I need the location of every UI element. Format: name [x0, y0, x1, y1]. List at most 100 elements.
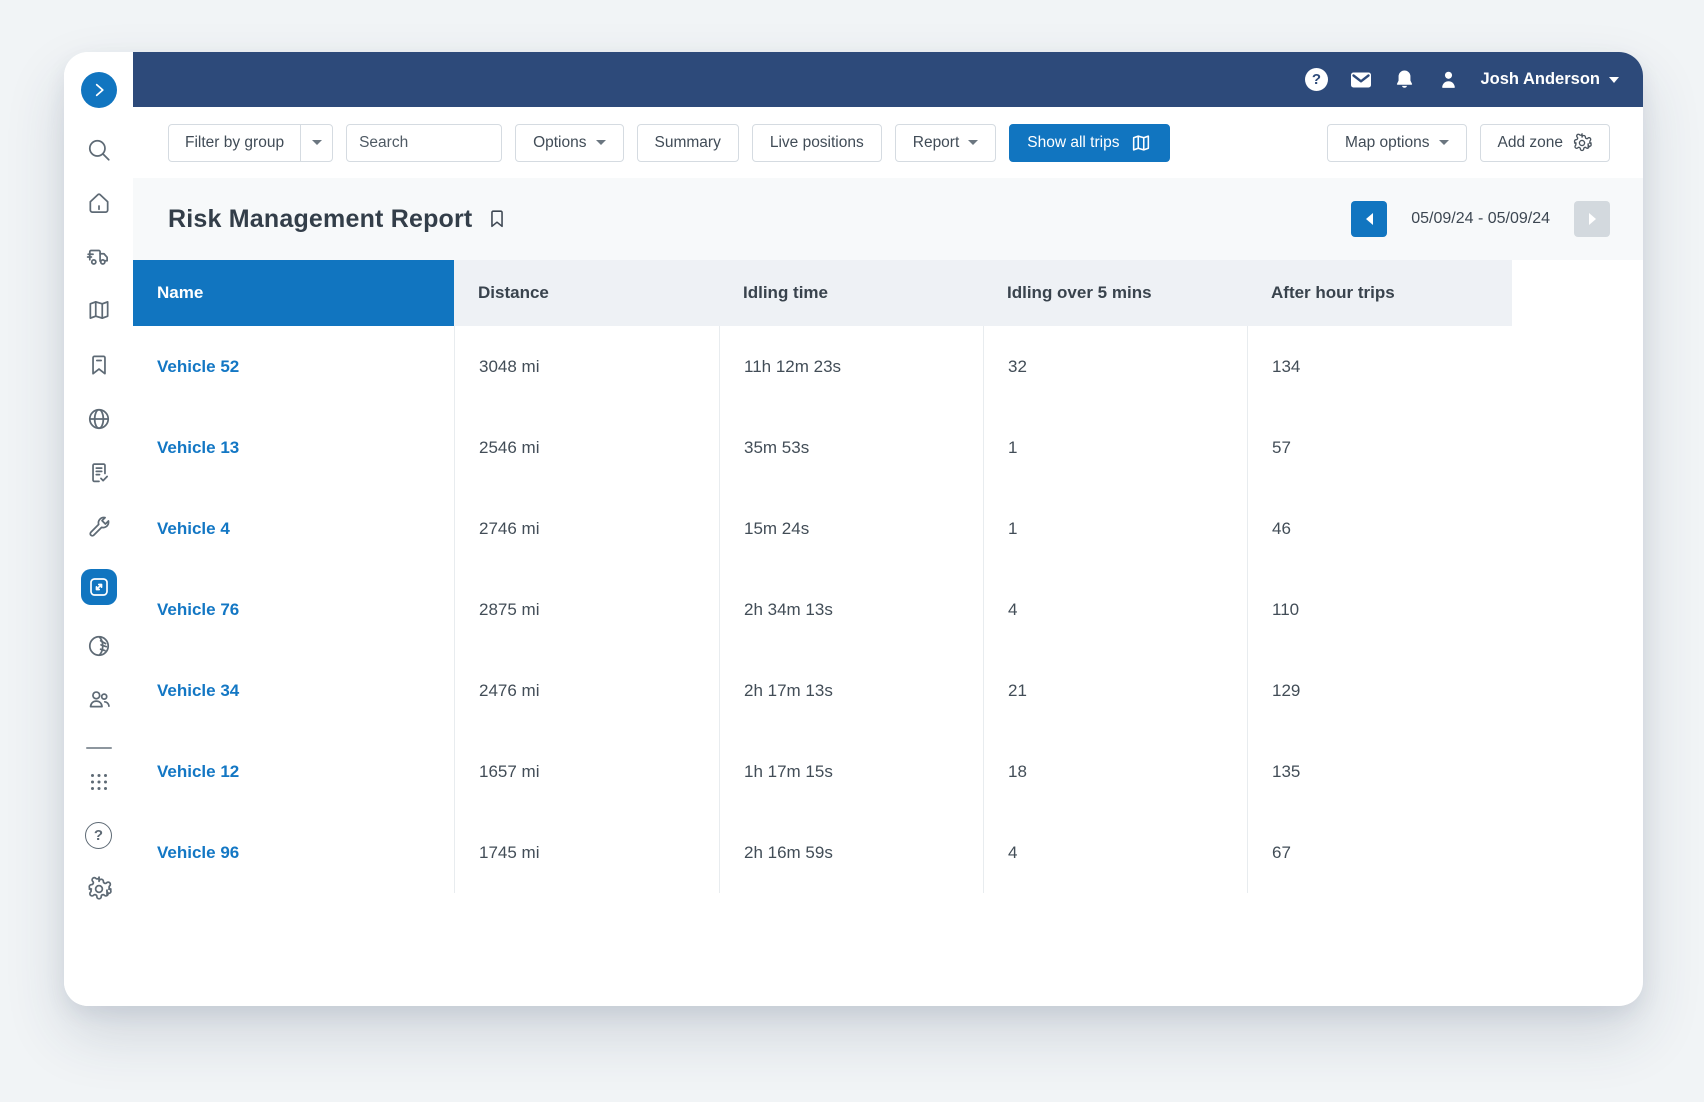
title-band: Risk Management Report 05/09/24 - 05/09/…	[133, 178, 1643, 260]
vehicle-link[interactable]: Vehicle 12	[133, 731, 454, 812]
live-positions-button[interactable]: Live positions	[752, 124, 882, 162]
cell-after-hour-trips: 57	[1247, 407, 1512, 488]
truck-icon	[86, 244, 112, 270]
column-header-after-hour-trips[interactable]: After hour trips	[1247, 260, 1512, 326]
table-row: Vehicle 13 2546 mi 35m 53s 1 57	[133, 407, 1512, 488]
table-row: Vehicle 76 2875 mi 2h 34m 13s 4 110	[133, 569, 1512, 650]
sidebar-item-home[interactable]	[81, 185, 117, 221]
cell-idling-time: 1h 17m 15s	[719, 731, 983, 812]
sidebar-item-reports[interactable]	[81, 455, 117, 491]
sidebar-divider	[86, 747, 112, 749]
sidebar-expand-button[interactable]	[81, 72, 117, 108]
main-window: ? ? Josh Anderson Filter by group Option…	[64, 52, 1643, 1006]
gear-icon	[86, 876, 112, 902]
cell-after-hour-trips: 134	[1247, 326, 1512, 407]
map-options-button[interactable]: Map options	[1327, 124, 1466, 162]
column-header-distance[interactable]: Distance	[454, 260, 719, 326]
sidebar-item-places[interactable]	[81, 347, 117, 383]
bell-icon	[1393, 68, 1416, 91]
vehicle-link[interactable]: Vehicle 52	[133, 326, 454, 407]
date-navigation: 05/09/24 - 05/09/24	[1351, 201, 1610, 237]
map-options-label: Map options	[1345, 134, 1429, 152]
cell-idling-over-5: 1	[983, 488, 1247, 569]
sidebar-item-search[interactable]	[81, 132, 117, 168]
report-label: Report	[913, 134, 960, 152]
options-button[interactable]: Options	[515, 124, 623, 162]
vehicle-link[interactable]: Vehicle 96	[133, 812, 454, 893]
cell-after-hour-trips: 46	[1247, 488, 1512, 569]
help-icon: ?	[85, 822, 112, 849]
search-input[interactable]	[346, 124, 502, 162]
users-icon	[86, 686, 112, 712]
report-table: Name Distance Idling time Idling over 5 …	[133, 260, 1512, 893]
column-header-idling-time[interactable]: Idling time	[719, 260, 983, 326]
page-title: Risk Management Report	[168, 205, 472, 234]
next-date-button-disabled[interactable]	[1574, 201, 1610, 237]
map-icon	[1130, 132, 1152, 154]
chevron-down-icon	[968, 140, 978, 145]
vehicle-link[interactable]: Vehicle 4	[133, 488, 454, 569]
cell-idling-time: 35m 53s	[719, 407, 983, 488]
account-button[interactable]	[1437, 68, 1461, 92]
chevron-right-icon	[90, 81, 108, 99]
cell-distance: 2746 mi	[454, 488, 719, 569]
sidebar-item-drivers[interactable]	[81, 681, 117, 717]
sidebar-item-web[interactable]	[81, 401, 117, 437]
home-icon	[86, 190, 112, 216]
sidebar-item-settings[interactable]	[81, 871, 117, 907]
previous-date-button[interactable]	[1351, 201, 1387, 237]
cell-distance: 1745 mi	[454, 812, 719, 893]
add-zone-button[interactable]: Add zone	[1480, 124, 1611, 162]
leaf-icon	[86, 633, 112, 659]
filter-by-group-dropdown[interactable]	[300, 125, 332, 161]
search-icon	[86, 137, 112, 163]
sidebar-item-apps[interactable]	[81, 764, 117, 800]
summary-button[interactable]: Summary	[637, 124, 739, 162]
top-navbar: ? Josh Anderson	[133, 52, 1643, 107]
apps-grid-icon	[86, 769, 112, 795]
table-header-row: Name Distance Idling time Idling over 5 …	[133, 260, 1512, 326]
column-header-idling-over-5[interactable]: Idling over 5 mins	[983, 260, 1247, 326]
report-button[interactable]: Report	[895, 124, 997, 162]
cell-idling-time: 2h 16m 59s	[719, 812, 983, 893]
mail-button[interactable]	[1349, 68, 1373, 92]
help-icon: ?	[1305, 68, 1328, 91]
cell-idling-over-5: 4	[983, 569, 1247, 650]
toolbar: Filter by group Options Summary Live pos…	[133, 107, 1643, 178]
date-range: 05/09/24 - 05/09/24	[1411, 210, 1550, 228]
route-arrows-icon	[87, 575, 111, 599]
bookmark-icon[interactable]	[486, 208, 508, 230]
show-all-trips-button[interactable]: Show all trips	[1009, 124, 1170, 162]
table-row: Vehicle 96 1745 mi 2h 16m 59s 4 67	[133, 812, 1512, 893]
sidebar-item-replay-selected[interactable]	[81, 569, 117, 605]
cell-idling-over-5: 1	[983, 407, 1247, 488]
user-menu[interactable]: Josh Anderson	[1481, 70, 1620, 89]
cell-idling-over-5: 21	[983, 650, 1247, 731]
notifications-button[interactable]	[1393, 68, 1417, 92]
table-row: Vehicle 52 3048 mi 11h 12m 23s 32 134	[133, 326, 1512, 407]
report-check-icon	[86, 460, 112, 486]
help-button[interactable]: ?	[1305, 68, 1329, 92]
vehicle-link[interactable]: Vehicle 76	[133, 569, 454, 650]
sidebar-item-help[interactable]: ?	[81, 817, 117, 853]
column-header-name[interactable]: Name	[133, 260, 454, 326]
cell-idling-time: 2h 34m 13s	[719, 569, 983, 650]
options-label: Options	[533, 134, 586, 152]
cell-distance: 1657 mi	[454, 731, 719, 812]
wrench-icon	[86, 515, 112, 541]
sidebar-item-eco[interactable]	[81, 628, 117, 664]
chevron-down-icon	[1609, 77, 1619, 83]
cell-distance: 2476 mi	[454, 650, 719, 731]
cell-idling-time: 15m 24s	[719, 488, 983, 569]
mail-icon	[1349, 68, 1373, 92]
map-icon	[86, 297, 112, 323]
cell-distance: 2875 mi	[454, 569, 719, 650]
vehicle-link[interactable]: Vehicle 34	[133, 650, 454, 731]
summary-label: Summary	[655, 134, 721, 152]
vehicle-link[interactable]: Vehicle 13	[133, 407, 454, 488]
sidebar-item-vehicles[interactable]	[81, 239, 117, 275]
live-positions-label: Live positions	[770, 134, 864, 152]
sidebar-item-maintenance[interactable]	[81, 510, 117, 546]
filter-by-group-button[interactable]: Filter by group	[169, 125, 300, 161]
sidebar-item-map[interactable]	[81, 292, 117, 328]
